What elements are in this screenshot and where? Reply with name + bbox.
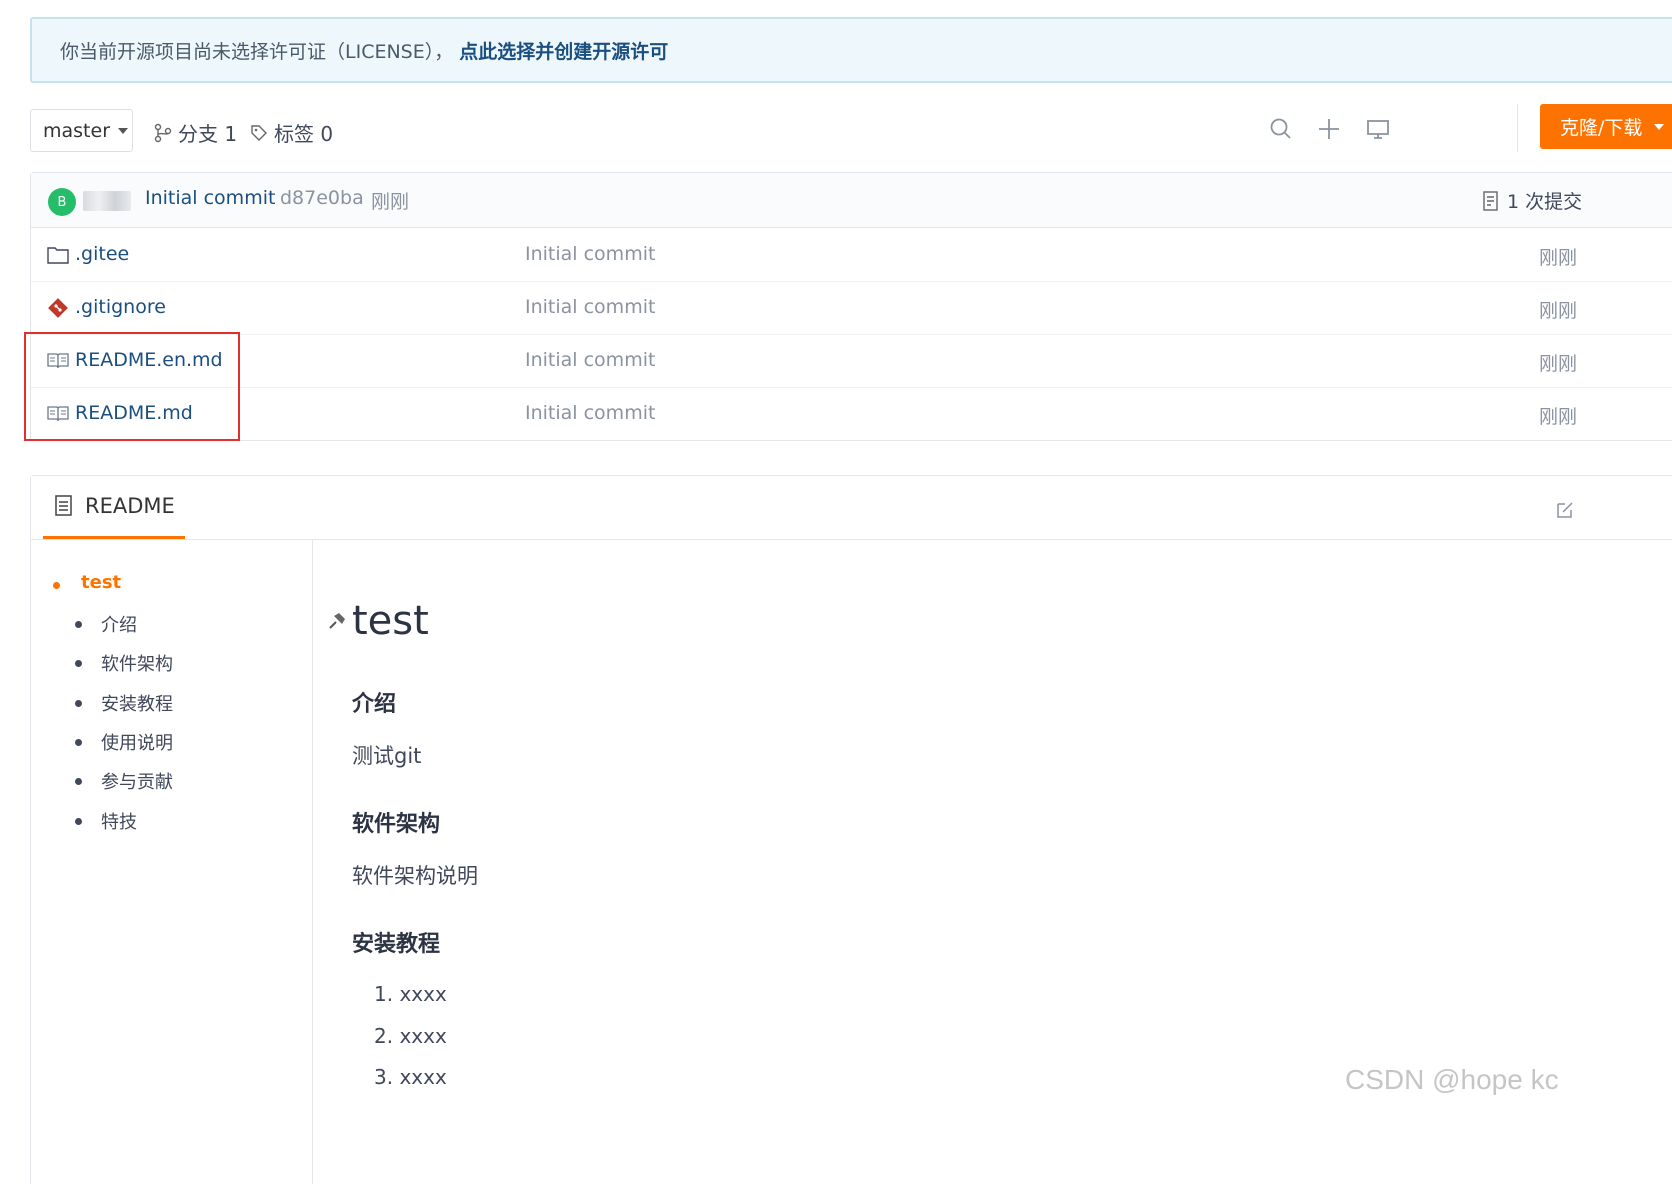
author-name-blurred bbox=[83, 191, 131, 211]
toc-item[interactable]: 介绍 bbox=[75, 611, 137, 637]
branches-link[interactable]: 分支 1 bbox=[154, 118, 237, 147]
plus-icon[interactable] bbox=[1314, 114, 1344, 144]
watermark: CSDN @hope kc bbox=[1345, 1064, 1559, 1095]
file-row[interactable]: .gitee Initial commit 刚刚 bbox=[31, 229, 1672, 282]
file-commit-message[interactable]: Initial commit bbox=[525, 349, 655, 371]
section-text: 测试git bbox=[352, 744, 422, 768]
file-commit-message[interactable]: Initial commit bbox=[525, 402, 655, 424]
monitor-icon[interactable] bbox=[1363, 114, 1393, 144]
license-banner: 你当前开源项目尚未选择许可证（LICENSE）， 点此选择并创建开源许可 bbox=[30, 17, 1672, 83]
avatar[interactable]: B bbox=[48, 188, 76, 216]
list-item: 3. xxxx bbox=[374, 1065, 447, 1089]
tags-link[interactable]: 标签 0 bbox=[250, 118, 333, 147]
chevron-down-icon bbox=[1654, 123, 1665, 130]
readme-files-highlight bbox=[24, 332, 240, 441]
toc-item[interactable]: test bbox=[53, 572, 121, 593]
pin-icon[interactable] bbox=[324, 608, 350, 638]
toc-item-label: test bbox=[81, 572, 122, 593]
file-name-link[interactable]: .gitignore bbox=[75, 296, 166, 318]
toc-item[interactable]: 使用说明 bbox=[75, 729, 173, 755]
create-license-link[interactable]: 点此选择并创建开源许可 bbox=[459, 37, 668, 64]
toc-item[interactable]: 参与贡献 bbox=[75, 768, 173, 794]
tag-icon bbox=[251, 124, 267, 141]
section-heading: 软件架构 bbox=[352, 812, 441, 837]
toc-item[interactable]: 特技 bbox=[75, 808, 137, 834]
section-heading: 安装教程 bbox=[352, 932, 441, 957]
commit-message-link[interactable]: Initial commit bbox=[145, 187, 275, 209]
git-file-icon bbox=[47, 297, 69, 319]
branch-icon bbox=[154, 123, 172, 142]
commit-list-icon bbox=[1483, 190, 1498, 211]
toc-item-label: 介绍 bbox=[101, 615, 137, 636]
readme-tab-label: README bbox=[85, 494, 175, 518]
file-row[interactable]: .gitignore Initial commit 刚刚 bbox=[31, 282, 1672, 335]
latest-commit-bar: B Initial commit d87e0ba 刚刚 1 次提交 bbox=[31, 173, 1672, 228]
chevron-down-icon bbox=[118, 127, 129, 134]
file-commit-time: 刚刚 bbox=[1539, 300, 1578, 322]
toc-item-label: 使用说明 bbox=[101, 733, 173, 754]
toc-item-label: 参与贡献 bbox=[101, 772, 173, 793]
commit-time: 刚刚 bbox=[371, 191, 410, 213]
readme-title: test bbox=[352, 598, 429, 644]
edit-icon[interactable] bbox=[1555, 500, 1575, 524]
clone-download-button[interactable]: 克隆/下载 bbox=[1540, 104, 1672, 149]
file-row[interactable]: README.md Initial commit 刚刚 bbox=[31, 388, 1672, 441]
file-commit-time: 刚刚 bbox=[1539, 406, 1578, 428]
folder-icon bbox=[47, 244, 69, 266]
toolbar-divider bbox=[1517, 104, 1518, 152]
branches-label: 分支 1 bbox=[178, 122, 238, 146]
commit-count-label: 1 次提交 bbox=[1507, 191, 1583, 213]
document-icon bbox=[55, 495, 72, 516]
branch-name: master bbox=[43, 119, 111, 142]
commit-hash[interactable]: d87e0ba bbox=[280, 187, 364, 209]
readme-header: README bbox=[31, 476, 1672, 540]
section-heading: 介绍 bbox=[352, 692, 397, 717]
clone-label: 克隆/下载 bbox=[1560, 117, 1643, 139]
search-icon[interactable] bbox=[1266, 114, 1296, 144]
file-commit-time: 刚刚 bbox=[1539, 353, 1578, 375]
list-item: 2. xxxx bbox=[374, 1024, 447, 1048]
readme-toc: test 介绍 软件架构 安装教程 使用说明 参与贡献 特技 bbox=[31, 540, 313, 1184]
toc-item-label: 特技 bbox=[101, 812, 137, 833]
toc-item-label: 软件架构 bbox=[101, 654, 173, 675]
tags-label: 标签 0 bbox=[274, 122, 334, 146]
file-row[interactable]: README.en.md Initial commit 刚刚 bbox=[31, 335, 1672, 388]
toc-item-label: 安装教程 bbox=[101, 694, 173, 715]
tab-readme[interactable]: README bbox=[43, 476, 185, 539]
file-table: B Initial commit d87e0ba 刚刚 1 次提交 .gitee… bbox=[30, 172, 1672, 441]
file-commit-time: 刚刚 bbox=[1539, 247, 1578, 269]
toc-item[interactable]: 安装教程 bbox=[75, 690, 173, 716]
license-message: 你当前开源项目尚未选择许可证（LICENSE）， bbox=[60, 40, 454, 63]
list-item: 1. xxxx bbox=[374, 982, 447, 1006]
section-text: 软件架构说明 bbox=[352, 864, 478, 888]
file-commit-message[interactable]: Initial commit bbox=[525, 296, 655, 318]
file-commit-message[interactable]: Initial commit bbox=[525, 243, 655, 265]
commit-count-link[interactable]: 1 次提交 bbox=[1483, 187, 1582, 214]
toc-item[interactable]: 软件架构 bbox=[75, 650, 173, 676]
branch-select[interactable]: master bbox=[30, 109, 133, 152]
file-name-link[interactable]: .gitee bbox=[75, 243, 129, 265]
